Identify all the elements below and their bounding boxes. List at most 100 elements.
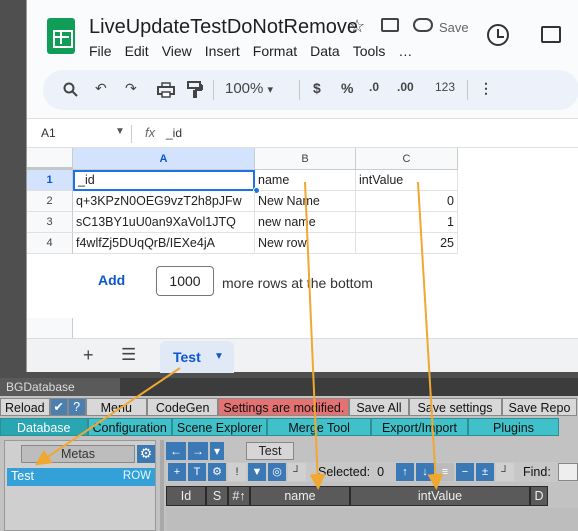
list-icon[interactable]: ≡ [436, 463, 454, 481]
column-header-name[interactable]: name [250, 486, 350, 506]
column-header-s[interactable]: S [206, 486, 228, 506]
cell-b4[interactable]: New row [255, 233, 356, 254]
add-rows-button[interactable]: Add [98, 272, 125, 288]
metas-button[interactable]: Metas [21, 445, 135, 463]
move-folder-icon[interactable] [381, 18, 399, 32]
panel-splitter[interactable] [160, 440, 164, 531]
column-header-intvalue[interactable]: intValue [350, 486, 530, 506]
cell-a3[interactable]: sC13BY1uU0an9XaVol1JTQ [73, 212, 255, 233]
table-tab-test[interactable]: Test [246, 442, 294, 460]
pin-icon[interactable]: ┘ [496, 463, 514, 481]
save-all-button[interactable]: Save All [349, 398, 409, 416]
decrease-decimal-button[interactable]: .0 [369, 80, 379, 94]
row-header[interactable]: 2 [27, 191, 73, 212]
save-settings-button[interactable]: Save settings [408, 398, 502, 416]
find-input[interactable] [558, 463, 578, 481]
cell-b1[interactable]: name [255, 170, 356, 191]
cell-a4[interactable]: f4wlfZj5DUqQrB/IEXe4jA [73, 233, 255, 254]
sheets-logo-icon[interactable] [47, 18, 75, 54]
select-all-corner[interactable] [27, 148, 73, 170]
all-sheets-icon[interactable]: ☰ [121, 345, 136, 365]
print-icon[interactable] [157, 82, 175, 98]
tab-database[interactable]: Database [0, 418, 88, 436]
dropdown-icon[interactable]: ▾ [210, 442, 224, 460]
more-tools-icon[interactable]: ⋮ [479, 80, 493, 97]
gear-icon[interactable]: ⚙ [137, 445, 155, 463]
tab-configuration[interactable]: Configuration [87, 418, 172, 436]
comment-icon[interactable] [541, 26, 561, 43]
increase-decimal-button[interactable]: .00 [397, 80, 414, 94]
column-header-c[interactable]: C [356, 148, 458, 170]
tab-plugins[interactable]: Plugins [467, 418, 559, 436]
gear-icon[interactable]: ⚙ [208, 463, 226, 481]
remove-icon[interactable]: − [456, 463, 474, 481]
menu-view[interactable]: View [162, 43, 192, 59]
cell-a2[interactable]: q+3KPzN0OEG9vzT2h8pJFw [73, 191, 255, 212]
cell-c4[interactable]: 25 [356, 233, 458, 254]
target-icon[interactable]: ◎ [268, 463, 286, 481]
name-box[interactable]: A1 [41, 126, 56, 140]
move-up-icon[interactable]: ↑ [396, 463, 414, 481]
column-header-id[interactable]: Id [166, 486, 206, 506]
number-format-button[interactable]: 123 [435, 80, 455, 94]
cell-c3[interactable]: 1 [356, 212, 458, 233]
formula-input[interactable]: _id [166, 126, 182, 140]
cell-a1[interactable]: _id [73, 170, 255, 191]
percent-format-button[interactable]: % [341, 80, 353, 96]
pin-icon[interactable]: ┘ [288, 463, 306, 481]
chevron-down-icon[interactable]: ▼ [214, 351, 224, 362]
search-icon[interactable] [63, 82, 79, 98]
star-icon[interactable]: ☆ [349, 16, 365, 37]
menu-edit[interactable]: Edit [125, 43, 149, 59]
menu-more[interactable]: … [398, 43, 412, 59]
row-header[interactable]: 3 [27, 212, 73, 233]
redo-icon[interactable]: ↷ [125, 80, 137, 97]
column-header-sort[interactable]: #↑ [228, 486, 250, 506]
row-header[interactable]: 1 [27, 170, 73, 191]
filter-icon[interactable]: ▼ [248, 463, 266, 481]
menu-file[interactable]: File [89, 43, 112, 59]
sheet-tab-test[interactable]: Test ▼ [160, 341, 234, 373]
menu-tools[interactable]: Tools [353, 43, 386, 59]
cell-b3[interactable]: new name [255, 212, 356, 233]
tab-export-import[interactable]: Export/Import [370, 418, 468, 436]
add-rows-count-input[interactable]: 1000 [156, 266, 214, 296]
cell-c1[interactable]: intValue [356, 170, 458, 191]
move-down-icon[interactable]: ↓ [416, 463, 434, 481]
meta-list-item[interactable]: Test ROW [7, 468, 155, 486]
plus-minus-icon[interactable]: ± [476, 463, 494, 481]
filter-tool-icon[interactable]: T [188, 463, 206, 481]
cell-b2[interactable]: New Name [255, 191, 356, 212]
tab-scene-explorer[interactable]: Scene Explorer [171, 418, 268, 436]
add-row-icon[interactable]: + [168, 463, 186, 481]
save-repo-button[interactable]: Save Repo [501, 398, 578, 416]
add-sheet-icon[interactable]: + [83, 345, 94, 366]
currency-format-button[interactable]: $ [313, 80, 321, 96]
menu-format[interactable]: Format [253, 43, 297, 59]
back-arrow-icon[interactable]: ← [166, 442, 186, 460]
settings-modified-warning[interactable]: Settings are modified. [218, 398, 350, 416]
forward-arrow-icon[interactable]: → [188, 442, 208, 460]
zoom-select[interactable]: 100% ▾ [225, 80, 273, 97]
cell-c2[interactable]: 0 [356, 191, 458, 212]
menu-data[interactable]: Data [310, 43, 340, 59]
paint-format-icon[interactable] [187, 81, 203, 99]
help-icon[interactable]: ? [67, 398, 86, 416]
row-header[interactable]: 4 [27, 233, 73, 254]
menu-insert[interactable]: Insert [205, 43, 240, 59]
window-title-tab[interactable]: BGDatabase [0, 378, 120, 396]
column-header-b[interactable]: B [255, 148, 356, 170]
reload-button[interactable]: Reload [0, 398, 50, 416]
column-header-d[interactable]: D [530, 486, 548, 506]
alert-icon[interactable]: ! [228, 463, 246, 481]
menu-button[interactable]: Menu [85, 398, 147, 416]
history-icon[interactable] [487, 24, 509, 46]
tab-merge-tool[interactable]: Merge Tool [267, 418, 371, 436]
undo-icon[interactable]: ↶ [95, 80, 107, 97]
check-icon[interactable]: ✔ [49, 398, 68, 416]
document-title[interactable]: LiveUpdateTestDoNotRemove [89, 16, 358, 39]
codegen-button[interactable]: CodeGen [146, 398, 219, 416]
column-header-a[interactable]: A [73, 148, 255, 170]
cloud-status-icon[interactable] [413, 18, 433, 32]
chevron-down-icon[interactable]: ▼ [115, 126, 125, 137]
